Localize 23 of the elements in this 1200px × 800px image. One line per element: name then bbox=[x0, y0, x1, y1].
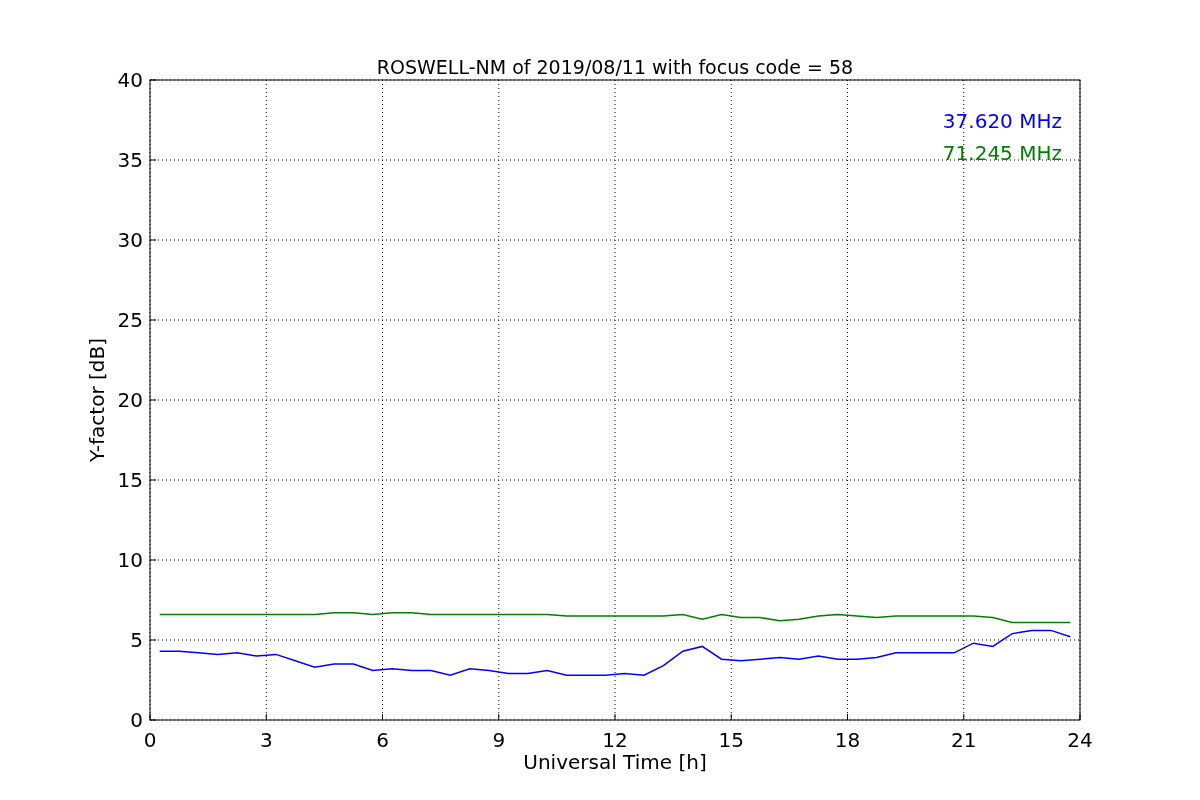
x-tick-label: 0 bbox=[143, 728, 157, 752]
y-axis-label: Y-factor [dB] bbox=[85, 338, 109, 462]
x-tick-label: 15 bbox=[718, 728, 744, 752]
x-axis-label: Universal Time [h] bbox=[523, 750, 707, 774]
y-tick-label: 0 bbox=[130, 708, 143, 732]
x-tick-label: 24 bbox=[1067, 728, 1093, 752]
legend-label: 71.245 MHz bbox=[942, 141, 1062, 165]
y-tick-label: 5 bbox=[130, 628, 143, 652]
x-tick-label: 9 bbox=[492, 728, 506, 752]
x-tick-label: 12 bbox=[602, 728, 628, 752]
x-tick-label: 3 bbox=[259, 728, 273, 752]
y-tick-label: 40 bbox=[117, 68, 143, 92]
y-tick-label: 10 bbox=[117, 548, 143, 572]
y-tick-label: 25 bbox=[117, 308, 143, 332]
legend-label: 37.620 MHz bbox=[942, 109, 1062, 133]
x-tick-label: 21 bbox=[951, 728, 977, 752]
y-tick-label: 15 bbox=[117, 468, 143, 492]
x-tick-label: 18 bbox=[834, 728, 861, 752]
y-tick-label: 35 bbox=[117, 148, 143, 172]
chart-title: ROSWELL-NM of 2019/08/11 with focus code = 58 bbox=[376, 56, 854, 78]
y-tick-label: 20 bbox=[117, 388, 143, 412]
y-tick-label: 30 bbox=[117, 228, 143, 252]
x-tick-label: 6 bbox=[376, 728, 389, 752]
